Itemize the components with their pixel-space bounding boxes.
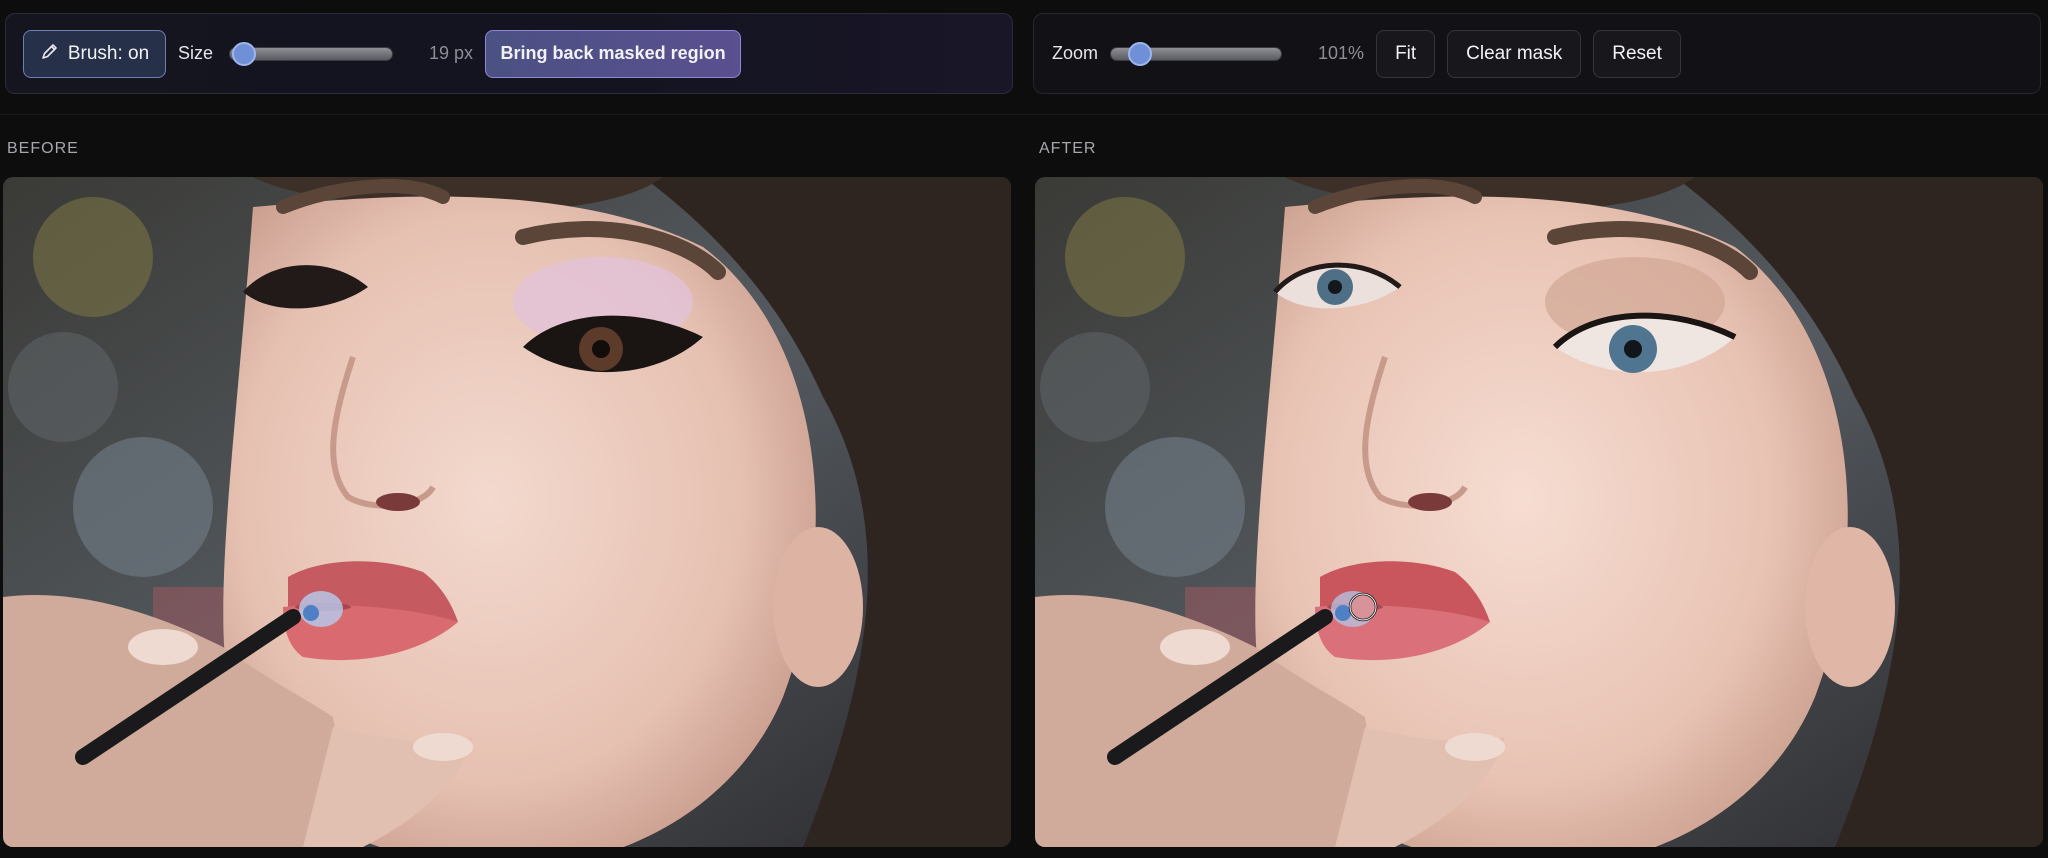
zoom-label: Zoom <box>1052 43 1099 63</box>
brush-toggle-label: Brush: on <box>67 42 150 64</box>
clear-mask-label: Clear mask <box>1466 42 1563 64</box>
before-image[interactable] <box>3 177 1011 847</box>
fit-button[interactable]: Fit <box>1376 29 1436 78</box>
zoom-slider-thumb[interactable] <box>1128 41 1153 66</box>
size-slider-thumb[interactable] <box>232 41 257 66</box>
size-slider[interactable] <box>229 41 394 66</box>
after-label: AFTER <box>1039 140 1097 157</box>
bring-back-masked-region-button[interactable]: Bring back masked region <box>485 29 742 78</box>
size-label: Size <box>178 43 214 63</box>
brush-toggle-button[interactable]: Brush: on <box>23 29 166 78</box>
reset-label: Reset <box>1612 42 1662 64</box>
zoom-value: 101% <box>1318 43 1365 63</box>
size-value: 19 px <box>429 43 474 63</box>
fit-label: Fit <box>1395 42 1417 64</box>
divider <box>0 114 2048 115</box>
zoom-slider[interactable] <box>1110 41 1283 66</box>
reset-button[interactable]: Reset <box>1593 29 1681 78</box>
after-image[interactable] <box>1035 177 2043 847</box>
pencil-icon <box>40 41 60 67</box>
bring-back-label: Bring back masked region <box>500 43 726 63</box>
brush-toolbar: Brush: on Size 19 px Bring back masked r… <box>5 13 1013 94</box>
clear-mask-button[interactable]: Clear mask <box>1447 29 1582 78</box>
zoom-toolbar: Zoom 101% Fit Clear mask Reset <box>1033 13 2041 94</box>
before-label: BEFORE <box>7 140 79 157</box>
